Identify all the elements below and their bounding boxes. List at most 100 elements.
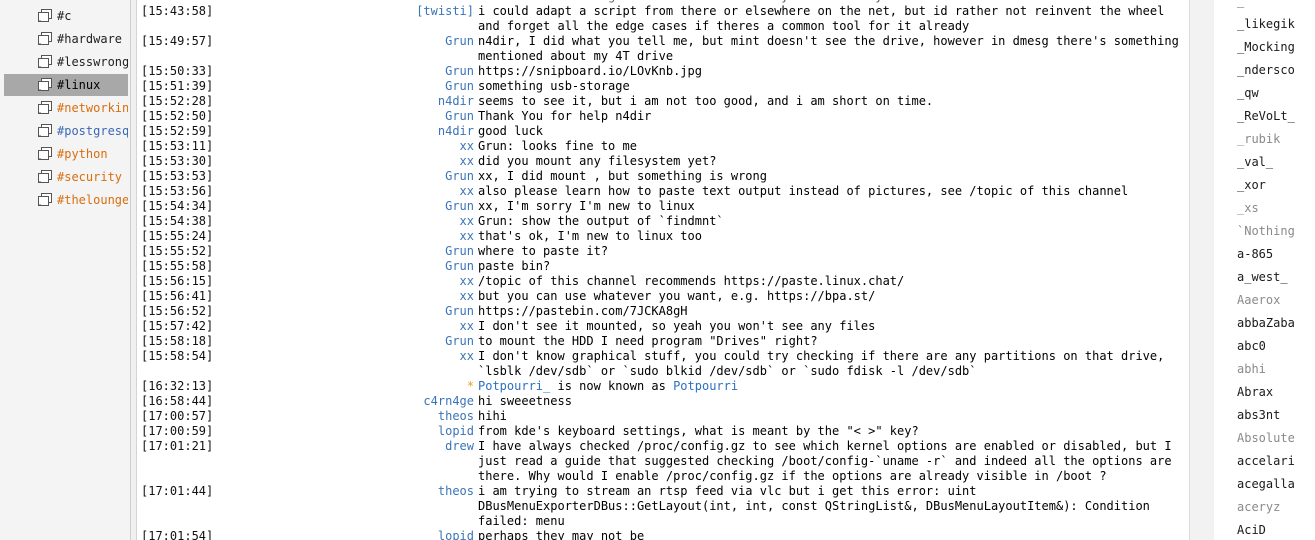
channel-item[interactable]: #thelounge: [4, 189, 128, 211]
nick-list-item[interactable]: a_west_: [1237, 270, 1288, 284]
nick-link[interactable]: Potpourri_: [478, 379, 550, 393]
nick-list-item[interactable]: _xor: [1237, 178, 1266, 192]
message-nick[interactable]: xx: [281, 214, 478, 229]
message-timestamp: [15:53:11]: [141, 139, 214, 153]
message-text: hi sweeetness: [478, 394, 572, 408]
nick-list-item[interactable]: `Nothing: [1237, 224, 1295, 238]
message-nick[interactable]: Grun: [281, 79, 478, 94]
message-text: Grun: looks fine to me: [478, 139, 637, 153]
nick-list-item[interactable]: abs3nt: [1237, 408, 1280, 422]
message-nick[interactable]: Grun: [281, 334, 478, 349]
message-row: [15:57:42] xx I don't see it mounted, so y…: [137, 319, 1190, 334]
message-nick[interactable]: c4rn4ge: [281, 394, 478, 409]
nick-list-item[interactable]: abhi: [1237, 362, 1266, 376]
nick-list-item[interactable]: _Mocking: [1237, 40, 1295, 54]
message-row: [15:53:30] xx did you mount any filesystem…: [137, 154, 1190, 169]
message-nick[interactable]: lopid: [281, 529, 478, 540]
message-timestamp: [15:43:58]: [141, 4, 214, 18]
message-nick[interactable]: Grun: [281, 304, 478, 319]
message-timestamp: [15:51:39]: [141, 79, 214, 93]
message-row: [17:01:54] lopid perhaps they may not be: [137, 529, 1190, 540]
message-timestamp: [15:54:34]: [141, 199, 214, 213]
nick-list-item[interactable]: Aaerox: [1237, 293, 1280, 307]
channel-icon: [38, 170, 52, 184]
message-nick[interactable]: lopid: [281, 424, 478, 439]
message-nick[interactable]: Grun: [281, 169, 478, 184]
message-row: [15:53:56] xx also please learn how to pas…: [137, 184, 1190, 199]
nick-list-item[interactable]: Abrax: [1237, 385, 1273, 399]
message-nick[interactable]: *: [281, 379, 478, 394]
message-nick[interactable]: xx: [281, 229, 478, 244]
channel-label: #hardware: [57, 32, 123, 46]
nick-list-item[interactable]: AciD: [1237, 523, 1266, 537]
message-timestamp: [17:01:54]: [141, 529, 214, 540]
message-row: [15:51:39] Grun something usb-storage: [137, 79, 1190, 94]
channel-item[interactable]: #linux: [4, 74, 128, 96]
message-nick[interactable]: [twisti]: [281, 4, 478, 34]
message-row: [16:32:13] * Potpourri_ is now known as Po…: [137, 379, 1190, 394]
message-nick[interactable]: n4dir: [281, 94, 478, 109]
message-nick[interactable]: xx: [281, 184, 478, 199]
message-nick[interactable]: xx: [281, 139, 478, 154]
message-text: https://pastebin.com/7JCKA8gH: [478, 304, 688, 318]
channel-icon: [38, 124, 52, 138]
message-nick[interactable]: theos: [281, 484, 478, 529]
message-row: [15:50:33] Grun https://snipboard.io/LOvKn…: [137, 64, 1190, 79]
nick-link[interactable]: Potpourri: [673, 379, 738, 393]
message-timestamp: [15:52:50]: [141, 109, 214, 123]
message-timestamp: [15:57:42]: [141, 319, 214, 333]
channel-item[interactable]: #networkin: [4, 97, 128, 119]
channel-item[interactable]: #lesswrong: [4, 51, 128, 73]
channel-item[interactable]: #hardware: [4, 28, 128, 50]
nick-list-item[interactable]: _xs: [1237, 201, 1259, 215]
nick-list-item[interactable]: _ReVoLt_: [1237, 109, 1295, 123]
nick-list-item[interactable]: _likegik: [1237, 17, 1295, 31]
nick-list-item[interactable]: _qw: [1237, 86, 1259, 100]
message-row: [15:55:52] Grun where to paste it?: [137, 244, 1190, 259]
message-nick[interactable]: n4dir: [281, 124, 478, 139]
channel-item[interactable]: #python: [4, 143, 128, 165]
message-nick[interactable]: drew: [281, 439, 478, 484]
nick-list-item[interactable]: Absolute: [1237, 431, 1295, 445]
nick-list-item[interactable]: _val_: [1237, 155, 1273, 169]
nick-list-item[interactable]: _: [1237, 0, 1244, 8]
message-nick[interactable]: xx: [281, 154, 478, 169]
message-nick[interactable]: Grun: [281, 64, 478, 79]
message-nick[interactable]: xx: [281, 319, 478, 334]
message-nick[interactable]: Grun: [281, 244, 478, 259]
message-nick[interactable]: Grun: [281, 109, 478, 124]
nick-list-item[interactable]: accelari: [1237, 454, 1295, 468]
nick-list-item[interactable]: aceryz: [1237, 500, 1280, 514]
message-nick[interactable]: xx: [281, 349, 478, 379]
message-nick[interactable]: xx: [281, 274, 478, 289]
channel-item[interactable]: #security: [4, 166, 128, 188]
channel-item[interactable]: #postgresq: [4, 120, 128, 142]
message-nick[interactable]: Grun: [281, 199, 478, 214]
message-row: [15:58:18] Grun to mount the HDD I need pr…: [137, 334, 1190, 349]
message-row: [15:56:52] Grun https://pastebin.com/7JCKA…: [137, 304, 1190, 319]
channel-label: #security: [57, 170, 123, 184]
message-nick[interactable]: theos: [281, 409, 478, 424]
channel-label: #lesswrong: [57, 55, 128, 69]
message-row: [15:58:54] xx I don't know graphical stuff…: [137, 349, 1190, 379]
channel-item[interactable]: #c: [4, 5, 128, 27]
nick-list-item[interactable]: abbaZaba: [1237, 316, 1295, 330]
message-row: [15:54:38] xx Grun: show the output of `fi…: [137, 214, 1190, 229]
nick-list-item[interactable]: abc0: [1237, 339, 1266, 353]
nick-list-item[interactable]: acegalla: [1237, 477, 1295, 491]
chat-scrollbar[interactable]: [1189, 0, 1215, 540]
nick-list-item[interactable]: _ndersco: [1237, 63, 1295, 77]
nick-list-item[interactable]: a-865: [1237, 247, 1273, 261]
message-row: [15:49:57] Grun n4dir, I did what you tell…: [137, 34, 1190, 64]
message-nick[interactable]: xx: [281, 289, 478, 304]
message-nick[interactable]: Grun: [281, 259, 478, 274]
message-row: [15:56:15] xx/topic of this channel recom…: [137, 274, 1190, 289]
chat-log: thered be something i could use like 'fe…: [136, 0, 1190, 540]
message-timestamp: [17:00:57]: [141, 409, 214, 423]
message-timestamp: [15:56:41]: [141, 289, 214, 303]
nick-list-item[interactable]: _rubik: [1237, 132, 1280, 146]
message-timestamp: [15:55:24]: [141, 229, 214, 243]
message-timestamp: [15:58:54]: [141, 349, 214, 363]
message-text: i could adapt a script from there or els…: [478, 4, 1172, 33]
message-nick[interactable]: Grun: [281, 34, 478, 64]
